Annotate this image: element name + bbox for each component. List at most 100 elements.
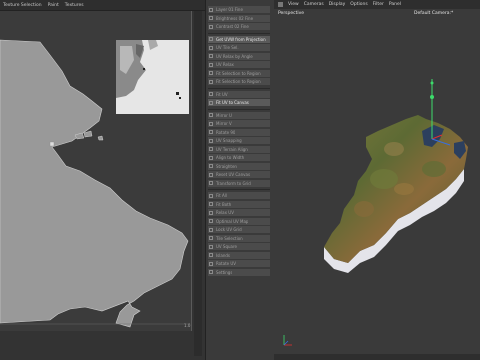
uv-vertical-scrollbar[interactable] [194, 11, 202, 356]
command-checkbox[interactable] [209, 219, 213, 223]
viewport-statusbar [274, 354, 480, 360]
command-checkbox[interactable] [209, 227, 213, 232]
command-checkbox[interactable] [209, 261, 213, 266]
uv-command-item[interactable]: Relax UV [208, 209, 270, 216]
command-separator [208, 108, 270, 110]
uv-command-item[interactable]: Optimal UV Map [208, 217, 270, 225]
command-label: Lock UV Grid [216, 227, 242, 232]
uv-command-item[interactable]: Brightness 02 Fine [208, 14, 270, 22]
menu-paint[interactable]: Paint [48, 3, 59, 8]
command-label: Islands [216, 252, 230, 258]
uv-command-item[interactable]: Settings [208, 268, 270, 276]
uv-command-item[interactable]: Mirror V [208, 120, 270, 127]
command-checkbox[interactable] [209, 244, 213, 249]
command-checkbox[interactable] [209, 16, 213, 20]
uv-command-item[interactable]: UV Relax by Angle [208, 52, 270, 60]
uv-command-item[interactable]: Reset UV Canvas [208, 171, 270, 178]
viewport-default-camera[interactable]: Default Camera:* [414, 11, 453, 16]
uv-command-item[interactable]: Rotate UV [208, 260, 270, 267]
command-checkbox[interactable] [209, 164, 213, 168]
uv-command-item[interactable]: Fit Selection to Region [208, 78, 270, 85]
command-checkbox[interactable] [209, 130, 213, 134]
uv-command-item[interactable]: Fit All [208, 192, 270, 199]
uv-command-item[interactable]: Align to Width [208, 154, 270, 161]
uv-command-item[interactable]: Rotate 90 [208, 128, 270, 136]
menu-textures[interactable]: Textures [65, 3, 84, 8]
uv-corner-value: 1.0 [184, 323, 191, 328]
uv-command-item[interactable]: Layer 01 Fine [208, 6, 270, 13]
uv-command-item[interactable]: Straighten [208, 162, 270, 170]
texture-thumbnail [116, 40, 189, 114]
command-label: Align to Width [216, 155, 245, 160]
command-checkbox[interactable] [209, 45, 213, 50]
command-label: Fit UV to Canvas [216, 100, 249, 105]
command-checkbox[interactable] [209, 181, 213, 185]
menu-filter[interactable]: Filter [373, 2, 384, 7]
menu-panel[interactable]: Panel [389, 2, 401, 7]
command-checkbox[interactable] [209, 37, 213, 41]
uv-command-item[interactable]: Tile Selection [208, 234, 270, 242]
menu-view[interactable]: View [288, 2, 299, 7]
command-separator [208, 188, 270, 190]
command-checkbox[interactable] [209, 236, 213, 240]
uv-command-item[interactable]: UV Snapping [208, 137, 270, 144]
uv-command-item[interactable]: Lock UV Grid [208, 226, 270, 233]
command-checkbox[interactable] [209, 71, 213, 75]
command-checkbox[interactable] [209, 155, 213, 160]
command-label: Relax UV [216, 210, 234, 215]
command-label: Mirror V [216, 121, 232, 126]
uv-command-item[interactable]: UV Tile Sel. [208, 44, 270, 51]
uv-command-item[interactable]: UV Square [208, 243, 270, 250]
command-label: Reset UV Canvas [216, 172, 251, 177]
command-checkbox[interactable] [209, 62, 213, 67]
command-checkbox[interactable] [209, 54, 213, 58]
uv-command-item[interactable]: Fit Selection to Region [208, 69, 270, 77]
command-checkbox[interactable] [209, 79, 213, 84]
command-checkbox[interactable] [209, 193, 213, 198]
viewport-tool-icon[interactable] [278, 2, 283, 7]
command-label: Optimal UV Map [216, 218, 249, 224]
menu-display[interactable]: Display [329, 2, 346, 7]
command-label: Contrast 02 Fine [216, 24, 249, 29]
command-checkbox[interactable] [209, 172, 213, 177]
uv-command-item[interactable]: Transform to Grid [208, 179, 270, 187]
command-label: Tile Selection [216, 235, 243, 241]
terrain-model [283, 79, 468, 346]
uv-command-item[interactable]: Islands [208, 251, 270, 259]
uv-command-item[interactable]: Fit UV to Canvas [208, 99, 270, 106]
menu-texture-selection[interactable]: Texture Selection [3, 3, 42, 8]
command-checkbox[interactable] [209, 202, 213, 206]
uv-command-item[interactable]: Fit UV [208, 90, 270, 98]
uv-canvas-border [191, 11, 192, 331]
command-checkbox[interactable] [209, 92, 213, 96]
uv-command-item[interactable]: UV Relax [208, 61, 270, 68]
command-checkbox[interactable] [209, 24, 213, 29]
command-label: Settings [216, 269, 233, 275]
menu-cameras[interactable]: Cameras [304, 2, 324, 7]
command-label: UV Tile Sel. [216, 45, 239, 50]
command-label: Fit UV [216, 91, 228, 97]
uv-command-item[interactable]: Contrast 02 Fine [208, 23, 270, 30]
viewport-menubar: View Cameras Display Options Filter Pane… [274, 0, 480, 9]
command-label: Transform to Grid [216, 180, 251, 186]
command-checkbox[interactable] [209, 7, 213, 12]
uv-command-item[interactable]: Get UVW from Projection [208, 35, 270, 43]
command-label: UV Relax [216, 62, 234, 67]
uv-command-item[interactable]: UV Terrain Align [208, 145, 270, 153]
uv-command-item[interactable]: Mirror U [208, 111, 270, 119]
command-separator [208, 32, 270, 34]
command-checkbox[interactable] [209, 100, 213, 105]
command-checkbox[interactable] [209, 147, 213, 151]
command-label: UV Square [216, 244, 238, 249]
command-checkbox[interactable] [209, 253, 213, 257]
command-label: Straighten [216, 163, 237, 169]
uv-command-item[interactable]: Fit Both [208, 200, 270, 208]
command-checkbox[interactable] [209, 121, 213, 126]
command-checkbox[interactable] [209, 138, 213, 143]
uv-commands-list: Layer 01 Fine Brightness 02 Fine Contrast … [205, 0, 273, 360]
command-checkbox[interactable] [209, 270, 213, 274]
command-checkbox[interactable] [209, 113, 213, 117]
command-checkbox[interactable] [209, 210, 213, 215]
menu-options[interactable]: Options [350, 2, 367, 7]
command-label: UV Snapping [216, 138, 242, 143]
